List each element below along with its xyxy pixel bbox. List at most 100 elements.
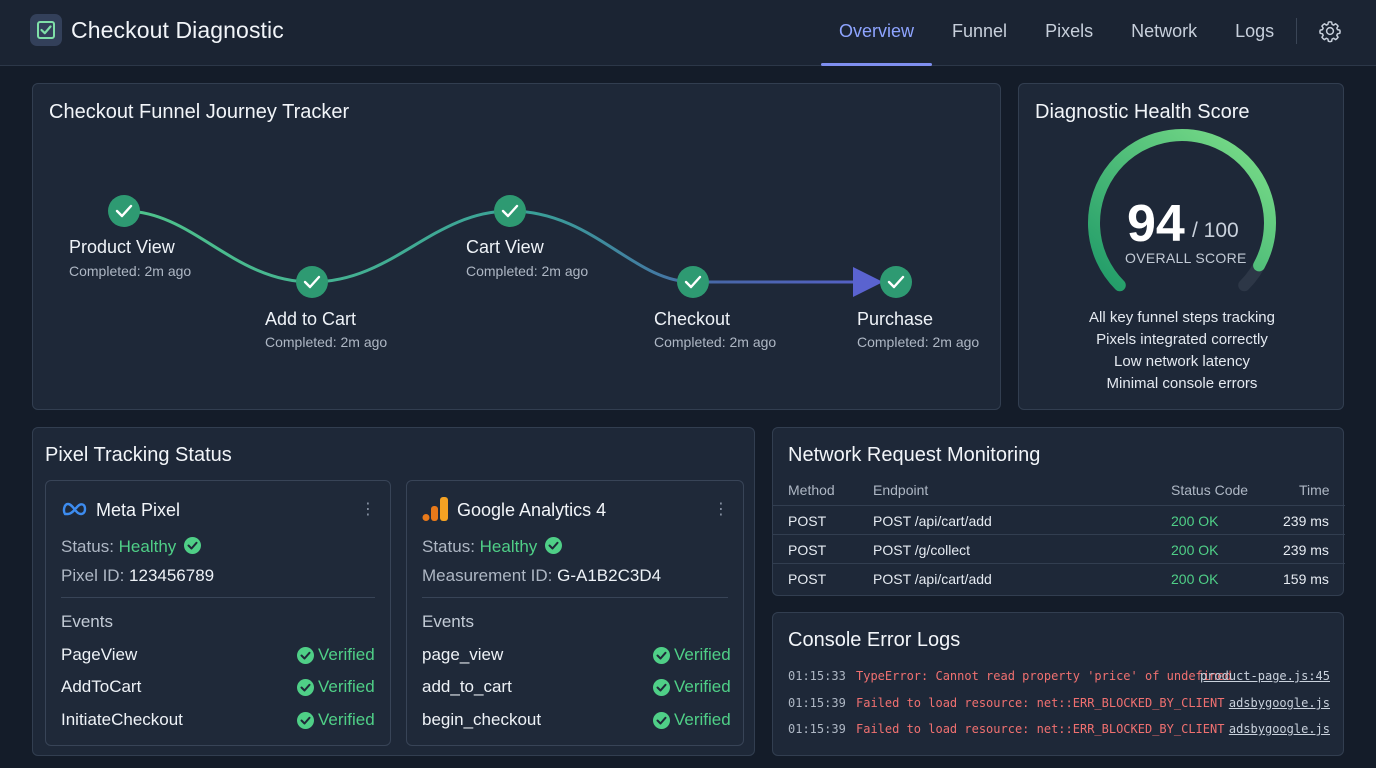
log-time: 01:15:33 <box>788 669 846 683</box>
status-label: Status: <box>61 537 114 556</box>
check-circle-icon <box>296 266 328 298</box>
pixel-tracking-title: Pixel Tracking Status <box>45 444 232 466</box>
console-title: Console Error Logs <box>788 629 961 651</box>
main-nav: Overview Funnel Pixels Network Logs <box>820 0 1293 66</box>
request-method: POST <box>788 513 827 529</box>
health-checklist: All key funnel steps tracking Pixels int… <box>1019 307 1345 395</box>
request-status: 200 OK <box>1171 542 1219 558</box>
funnel-step-label: Cart View <box>466 237 544 257</box>
funnel-step-label: Product View <box>69 237 175 257</box>
request-endpoint[interactable]: POST /api/cart/add <box>873 571 992 587</box>
measurement-id: Measurement ID: G-A1B2C3D4 <box>422 566 661 586</box>
id-value: 123456789 <box>129 566 215 585</box>
pixel-name: Google Analytics 4 <box>457 500 607 520</box>
status-value: Healthy <box>479 537 538 556</box>
health-item: Low network latency <box>1114 353 1250 370</box>
event-verified-badge: Verified <box>653 710 731 730</box>
tab-pixels[interactable]: Pixels <box>1026 0 1112 66</box>
events-heading: Events <box>422 612 474 631</box>
event-verified-badge: Verified <box>297 677 375 697</box>
health-card: Diagnostic Health Score 94 / 100 OVERALL… <box>1018 83 1344 410</box>
request-status: 200 OK <box>1171 513 1219 529</box>
request-endpoint[interactable]: POST /g/collect <box>873 542 970 558</box>
request-endpoint[interactable]: POST /api/cart/add <box>873 513 992 529</box>
divider <box>773 534 1345 535</box>
tab-network[interactable]: Network <box>1112 0 1216 66</box>
event-state: Verified <box>674 677 731 696</box>
request-time: 159 ms <box>1283 571 1329 587</box>
event-verified-badge: Verified <box>653 645 731 665</box>
meta-infinity-icon <box>62 502 87 516</box>
app-title: Checkout Diagnostic <box>71 16 284 43</box>
ga4-card: Google Analytics 4 ⋮ Status: Healthy Mea… <box>406 480 744 746</box>
log-time: 01:15:39 <box>788 696 846 710</box>
event-state: Verified <box>674 710 731 729</box>
event-verified-badge: Verified <box>297 710 375 730</box>
check-circle-icon <box>677 266 709 298</box>
check-circle-icon <box>653 678 670 696</box>
request-method: POST <box>788 571 827 587</box>
funnel-step-label: Checkout <box>654 309 731 329</box>
status-label: Status: <box>422 537 475 556</box>
pixel-name: Meta Pixel <box>96 500 181 520</box>
kebab-menu-icon[interactable]: ⋮ <box>360 499 376 519</box>
check-circle-icon <box>653 711 670 729</box>
id-label: Pixel ID: <box>61 566 125 585</box>
request-status: 200 OK <box>1171 571 1219 587</box>
log-source-link[interactable]: adsbygoogle.js <box>1229 722 1330 736</box>
divider <box>773 505 1345 506</box>
divider <box>422 597 728 598</box>
console-card: Console Error Logs 01:15:33 TypeError: C… <box>772 612 1344 756</box>
log-source-link[interactable]: product-page.js:45 <box>1200 669 1330 683</box>
health-item: Minimal console errors <box>1106 375 1258 392</box>
funnel-step-label: Add to Cart <box>265 309 357 329</box>
funnel-card: Checkout Funnel Journey Tracker Product … <box>32 83 1001 410</box>
event-name: PageView <box>61 645 138 664</box>
event-state: Verified <box>318 645 375 664</box>
log-source-link[interactable]: adsbygoogle.js <box>1229 696 1330 710</box>
event-name: begin_checkout <box>422 710 542 729</box>
pixel-tracking-card: Pixel Tracking Status Meta Pixel ⋮ Statu… <box>32 427 755 756</box>
tab-overview[interactable]: Overview <box>820 0 933 66</box>
request-time: 239 ms <box>1283 542 1329 558</box>
log-message: Failed to load resource: net::ERR_BLOCKE… <box>856 696 1225 710</box>
checkbox-icon <box>30 14 62 46</box>
event-name: page_view <box>422 645 504 664</box>
pixel-id: Pixel ID: 123456789 <box>61 566 214 586</box>
analytics-bars-icon <box>422 497 448 521</box>
check-circle-icon <box>545 537 563 554</box>
funnel-step-status: Completed: 2m ago <box>69 263 192 279</box>
kebab-menu-icon[interactable]: ⋮ <box>713 499 729 519</box>
health-title: Diagnostic Health Score <box>1035 101 1250 123</box>
event-state: Verified <box>674 645 731 664</box>
column-header: Status Code <box>1171 482 1249 498</box>
request-method: POST <box>788 542 827 558</box>
check-circle-icon <box>494 195 526 227</box>
health-item: Pixels integrated correctly <box>1096 331 1268 348</box>
events-heading: Events <box>61 612 113 631</box>
event-state: Verified <box>318 710 375 729</box>
column-header: Endpoint <box>873 482 929 498</box>
top-bar: Checkout Diagnostic Overview Funnel Pixe… <box>0 0 1376 66</box>
tab-logs[interactable]: Logs <box>1216 0 1293 66</box>
health-item: All key funnel steps tracking <box>1089 309 1275 326</box>
event-name: add_to_cart <box>422 677 512 696</box>
event-name: AddToCart <box>61 677 142 696</box>
id-label: Measurement ID: <box>422 566 553 585</box>
funnel-step-status: Completed: 2m ago <box>265 334 388 350</box>
score-caption: OVERALL SCORE <box>1125 250 1247 266</box>
gear-icon[interactable] <box>1318 19 1342 43</box>
pixel-status: Status: Healthy <box>422 537 563 557</box>
event-state: Verified <box>318 677 375 696</box>
check-circle-icon <box>184 537 202 554</box>
network-card: Network Request Monitoring Method Endpoi… <box>772 427 1345 596</box>
id-value: G-A1B2C3D4 <box>557 566 662 585</box>
check-circle-icon <box>297 646 314 664</box>
check-circle-icon <box>880 266 912 298</box>
brand: Checkout Diagnostic <box>30 14 284 46</box>
event-verified-badge: Verified <box>297 645 375 665</box>
funnel-step-status: Completed: 2m ago <box>466 263 589 279</box>
nav-divider <box>1296 18 1297 44</box>
tab-funnel[interactable]: Funnel <box>933 0 1026 66</box>
request-time: 239 ms <box>1283 513 1329 529</box>
